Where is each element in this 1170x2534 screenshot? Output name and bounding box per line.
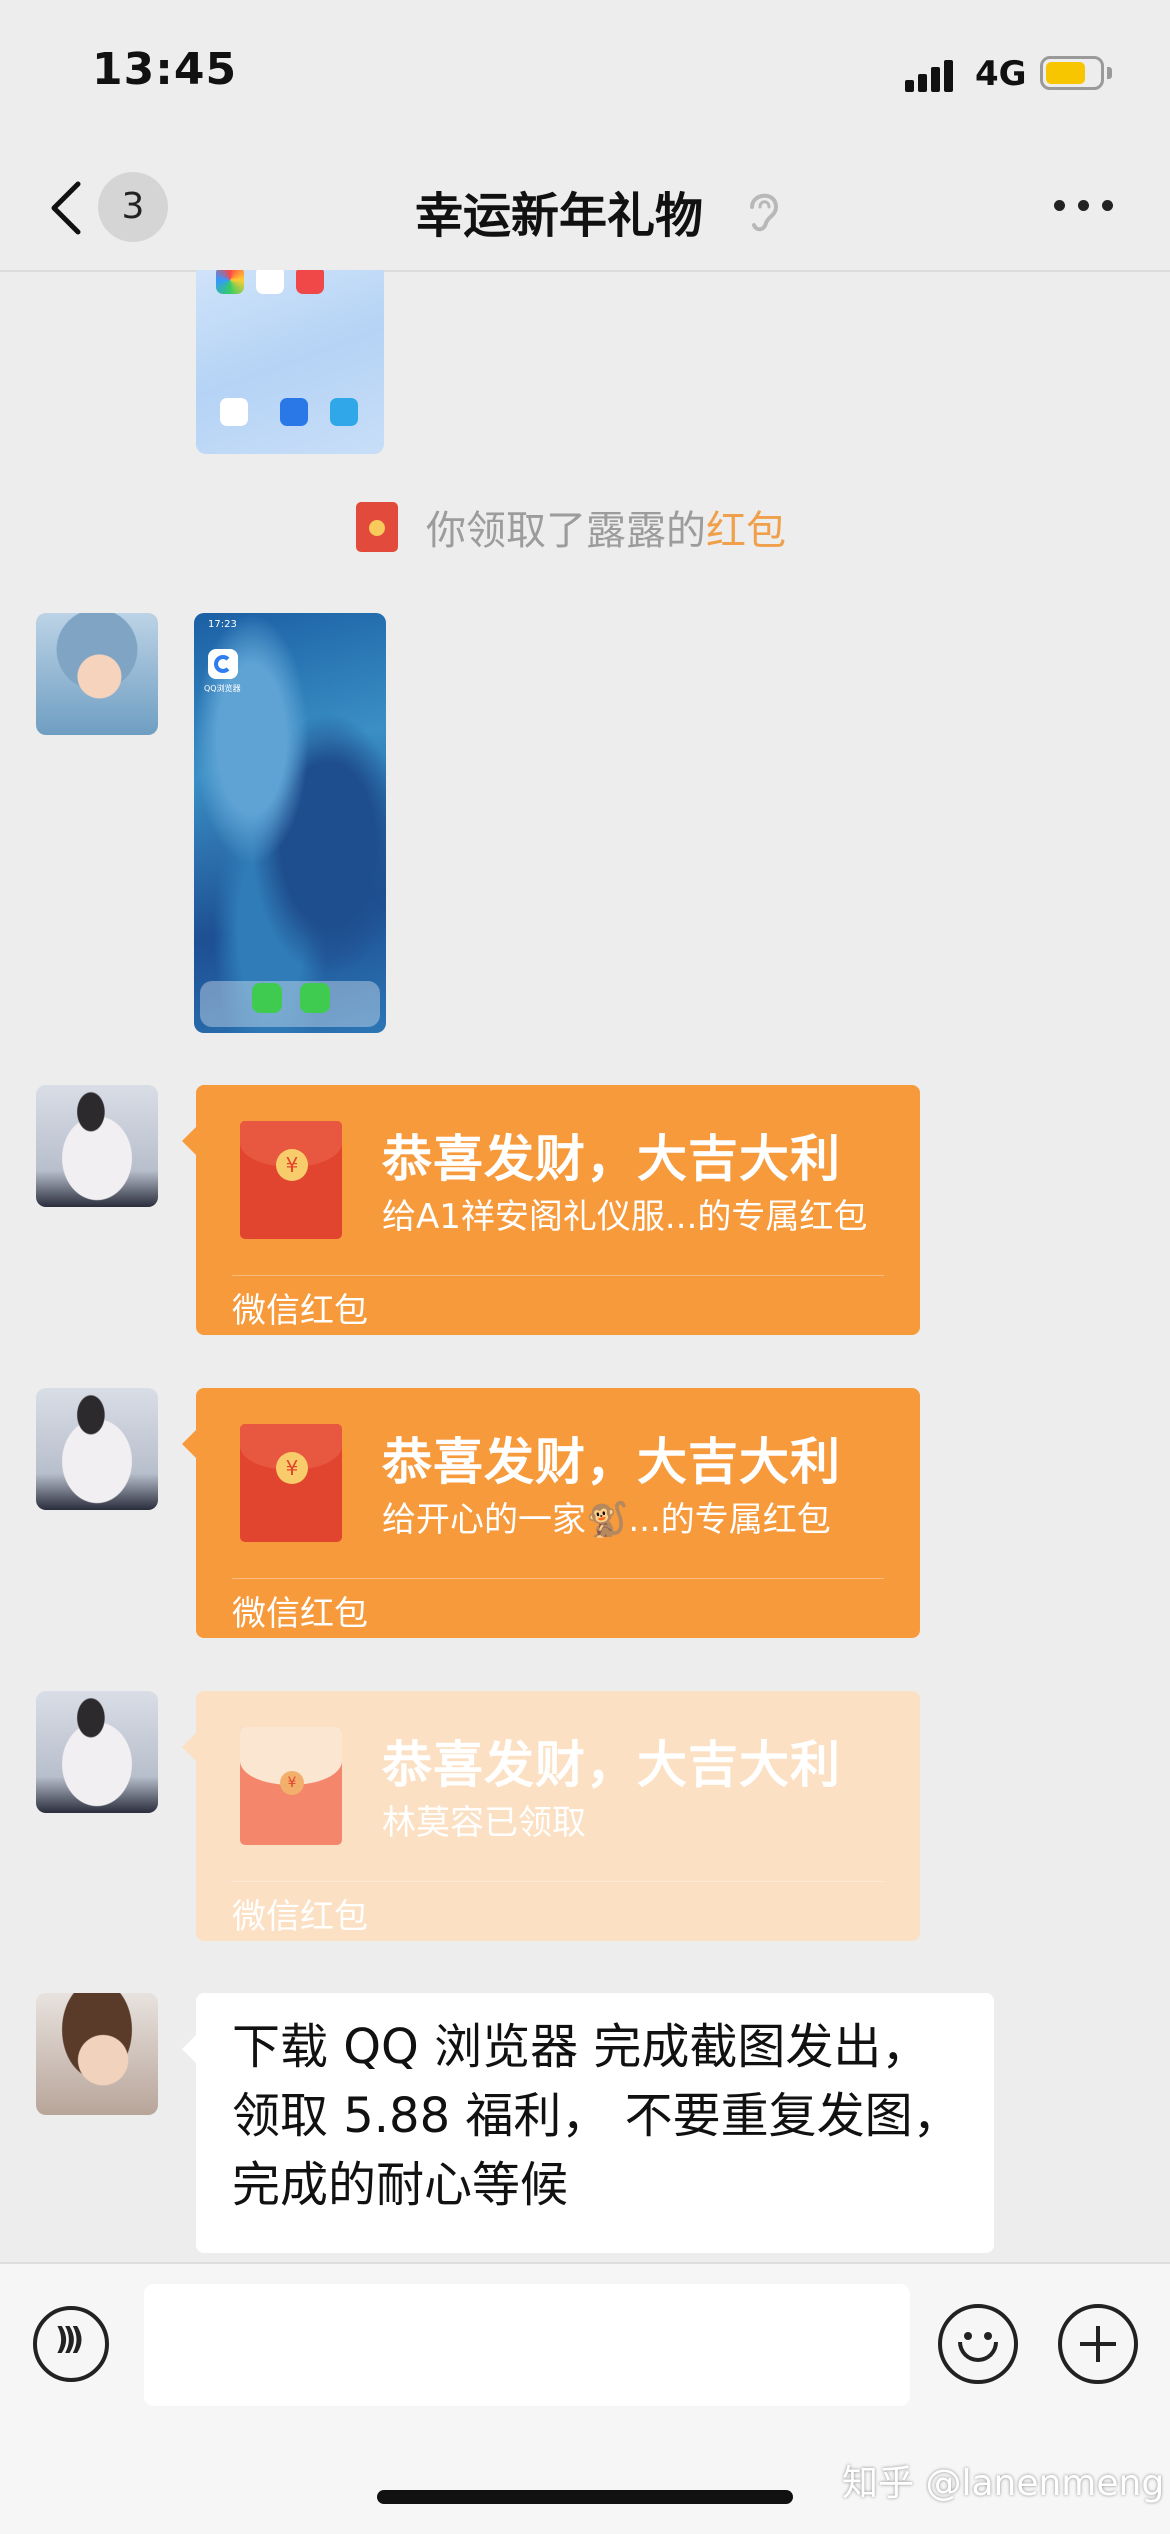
image-time: 17:23: [208, 619, 237, 630]
red-packet-link[interactable]: 红包: [706, 508, 786, 554]
red-packet-footer: 微信红包: [232, 1291, 368, 1331]
red-packet-envelope-icon: ¥: [240, 1121, 342, 1239]
divider: [232, 1881, 884, 1882]
message-line: 完成的耐心等候: [232, 2157, 569, 2213]
red-packet-subtitle: 林莫容已领取: [382, 1803, 586, 1843]
image-dock: [200, 981, 380, 1027]
plus-icon[interactable]: [1058, 2304, 1138, 2384]
red-packet-card-opened[interactable]: ¥ 恭喜发财，大吉大利 林莫容已领取 微信红包: [182, 1691, 920, 1941]
voice-icon[interactable]: [33, 2306, 109, 2382]
divider: [232, 1578, 884, 1579]
message-line: 下载 QQ 浏览器 完成截图发出，: [232, 2019, 930, 2075]
red-packet-subtitle: 给A1祥安阁礼仪服...的专属红包: [382, 1197, 868, 1237]
status-time: 13:45: [92, 44, 238, 95]
battery-icon: [1040, 56, 1104, 90]
ellipsis-icon[interactable]: [1050, 196, 1116, 216]
ear-icon: [750, 193, 779, 232]
chat-title: 幸运新年礼物: [0, 176, 1170, 246]
shared-image-1[interactable]: [196, 270, 384, 454]
emoji-icon[interactable]: [938, 2304, 1018, 2384]
red-packet-title: 恭喜发财，大吉大利: [382, 1433, 841, 1491]
red-packet-icon: [356, 502, 398, 552]
chat-title-text: 幸运新年礼物: [414, 188, 703, 244]
red-packet-title: 恭喜发财，大吉大利: [382, 1736, 841, 1794]
network-label: 4G: [975, 54, 1027, 94]
avatar[interactable]: [36, 1085, 158, 1207]
message-text: 下载 QQ 浏览器 完成截图发出， 领取 5.88 福利， 不要重复发图， 完成…: [232, 2013, 964, 2220]
avatar[interactable]: [36, 613, 158, 735]
message-line: 领取 5.88 福利， 不要重复发图，: [232, 2088, 961, 2144]
home-indicator[interactable]: [377, 2490, 793, 2504]
red-packet-footer: 微信红包: [232, 1594, 368, 1634]
watermark: 知乎 @lanenmeng: [842, 2463, 1165, 2504]
red-packet-footer: 微信红包: [232, 1897, 368, 1937]
red-packet-card[interactable]: ¥ 恭喜发财，大吉大利 给开心的一家🐒...的专属红包 微信红包: [182, 1388, 920, 1638]
message-input[interactable]: [144, 2284, 910, 2406]
avatar[interactable]: [36, 1691, 158, 1813]
browser-app-icon: [208, 649, 238, 679]
red-packet-subtitle: 给开心的一家🐒...的专属红包: [382, 1500, 831, 1540]
opened-envelope-icon: ¥: [240, 1727, 342, 1845]
battery-nub: [1107, 67, 1112, 79]
red-packet-card[interactable]: ¥ 恭喜发财，大吉大利 给A1祥安阁礼仪服...的专属红包 微信红包: [182, 1085, 920, 1335]
avatar[interactable]: [36, 1993, 158, 2115]
avatar[interactable]: [36, 1388, 158, 1510]
shared-image-2[interactable]: 17:23 QQ浏览器: [194, 613, 386, 1033]
image-app-label: QQ浏览器: [204, 684, 241, 693]
message-bubble[interactable]: 下载 QQ 浏览器 完成截图发出， 领取 5.88 福利， 不要重复发图， 完成…: [182, 1993, 994, 2253]
system-message: 你领取了露露的红包: [426, 498, 786, 556]
divider: [232, 1275, 884, 1276]
wechat-icon: [300, 983, 330, 1013]
system-message-text: 你领取了露露的: [426, 508, 706, 554]
red-packet-title: 恭喜发财，大吉大利: [382, 1130, 841, 1188]
red-packet-envelope-icon: ¥: [240, 1424, 342, 1542]
phone-icon: [252, 983, 282, 1013]
signal-icon: [905, 58, 955, 92]
